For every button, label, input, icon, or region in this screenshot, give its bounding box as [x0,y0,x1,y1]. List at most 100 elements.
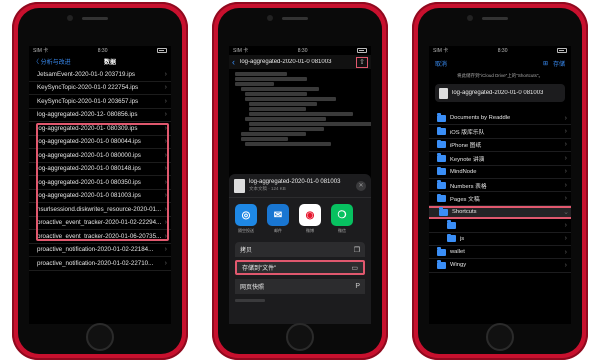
folder-row[interactable]: wallet › [429,246,571,260]
folder-icon [437,247,446,256]
chevron-right-icon: › [564,141,567,149]
folder-row[interactable]: Wingy › [429,259,571,273]
folder-label: wallet [450,249,465,256]
save-hint: 将此储存到"iCloud Drive"上的"Shortcuts"。 [457,73,543,78]
folder-label: Documents by Readdle [450,115,511,122]
folder-row[interactable]: Shortcuts ⌄ [429,205,571,220]
file-name: log-aggregated-2020-01-0 081003 [452,90,544,96]
folder-row[interactable]: Numbers 表格 › [429,179,571,193]
folder-label: Keynote 讲演 [450,156,485,163]
copy-action[interactable]: 拷贝 ❐ [235,242,365,257]
chevron-right-icon: › [564,261,567,269]
chevron-right-icon: › [164,111,167,119]
list-item-label: JetsamEvent-2020-01-0 203719.ips [37,70,136,78]
file-title: log-aggregated-2020-01-0 081003 [240,59,332,65]
chevron-right-icon: › [164,70,167,78]
list-item[interactable]: JetsamEvent-2020-01-0 203719.ips › [29,68,171,82]
folder-label: Shortcuts [452,209,477,216]
folder-icon [437,126,446,136]
time-label: 8:30 [497,47,508,54]
nav-bar: 取消 ⊞ 存储 [429,55,571,71]
list-item-label: proactive_notification-2020-01-02-22184.… [37,246,154,254]
share-app-weibo[interactable]: ◉ 微博 [299,204,321,234]
carrier-label: SIM 卡 [33,48,49,54]
folder-list: Documents by Readdle › iOS 版库乐队 › iPhone 图纸 ›… [429,112,571,273]
chevron-right-icon: › [564,235,567,243]
save-to-files-action[interactable]: 存储到"文件" ▭ [235,260,365,275]
pinterest-icon: P [355,283,360,290]
share-app-label: 微博 [306,228,314,233]
share-app-label: 隔空投送 [238,228,254,233]
folder-row[interactable]: iPhone 图纸 › [429,139,571,153]
folder-label: js [460,235,465,242]
new-folder-icon[interactable]: ⊞ [543,60,548,67]
list-item[interactable]: log-aggregated-2020-12- 080856.ips › [29,109,171,122]
status-bar: SIM 卡 8:30 [29,46,171,55]
cancel-button[interactable]: 取消 [435,59,447,68]
folder-row[interactable]: MindNode › [429,166,571,179]
folder-row[interactable]: Keynote 讲演 › [429,152,571,166]
folder-row[interactable]: iOS 版库乐队 › [429,125,571,139]
folder-row[interactable]: js › [429,233,571,246]
folder-icon [437,153,446,162]
save-button[interactable]: 存储 [553,59,565,68]
home-button[interactable] [86,323,114,351]
share-apps-row: ◎ 隔空投送 ✉ 邮件 ◉ 微博 ❍ 微信 [229,198,371,238]
folder-row[interactable]: Pages 文稿 › [429,192,571,206]
folder-row[interactable]: › [429,219,571,233]
share-file-meta: 文本文稿 · 124 KB [249,186,286,191]
back-button[interactable]: 〈 分析与改进 [33,57,83,66]
phone-2: SIM 卡 8:30 ‹ log-aggregated-2020-01-0 08… [212,2,388,360]
chevron-right-icon: › [164,246,167,254]
share-app-wechat[interactable]: ❍ 微信 [331,204,353,234]
chevron-right-icon: › [564,181,567,189]
highlight-box [36,123,169,241]
copy-icon: ❐ [353,246,360,254]
status-bar: SIM 卡 8:30 [229,46,371,55]
screen-share-sheet: SIM 卡 8:30 ‹ log-aggregated-2020-01-0 08… [229,46,371,324]
mail-icon: ✉ [267,204,289,226]
chevron-right-icon: › [564,114,567,122]
speaker [82,17,108,20]
home-button[interactable] [486,323,514,351]
front-camera [267,15,273,21]
share-app-airdrop[interactable]: ◎ 隔空投送 [235,204,257,234]
folder-label: Pages 文稿 [450,197,480,204]
chevron-down-icon: ⌄ [563,209,569,217]
share-app-mail[interactable]: ✉ 邮件 [267,204,289,234]
web-snapshot-label: 网页快照 [240,285,265,291]
folder-icon [437,139,446,149]
share-sheet: log-aggregated-2020-01-0 081003 文本文稿 · 1… [229,174,371,324]
battery-icon [156,48,167,53]
folder-label: iOS 版库乐队 [450,130,485,137]
nav-bar: 〈 分析与改进 数据 [29,55,171,67]
chevron-right-icon: › [164,259,167,267]
folder-label: iPhone 图纸 [450,143,482,150]
folder-label: Numbers 表格 [450,183,487,190]
chevron-right-icon: › [164,97,167,105]
share-sheet-header: log-aggregated-2020-01-0 081003 文本文稿 · 1… [229,174,371,198]
list-item[interactable]: KeySyncTopic-2020-01-0 203657.ips › [29,95,171,109]
list-item[interactable]: proactive_notification-2020-01-02-22184.… [29,244,171,257]
close-icon[interactable]: ✕ [356,180,366,191]
folder-icon: ▭ [351,264,358,272]
screen-analytics-data: SIM 卡 8:30 〈 分析与改进 数据 JetsamEvent-2020-0… [29,46,171,324]
more-actions [235,297,365,305]
front-camera [67,15,73,21]
home-button[interactable] [286,323,314,351]
list-item[interactable]: KeySyncTopic-2020-01-0 222754.ips › [29,82,171,95]
xml-preview [229,69,371,165]
chevron-right-icon: › [564,168,567,176]
share-icon[interactable]: ⇧ [356,56,368,68]
speaker [282,17,308,20]
back-chevron-icon[interactable]: ‹ [232,57,240,67]
carrier-label: SIM 卡 [433,48,449,54]
folder-icon [437,260,446,269]
chevron-right-icon: › [564,221,567,229]
web-snapshot-action[interactable]: 网页快照 P [235,279,365,294]
chevron-right-icon: › [564,128,567,136]
folder-row[interactable]: Documents by Readdle › [429,112,571,126]
weibo-icon: ◉ [299,204,321,226]
phone-1: SIM 卡 8:30 〈 分析与改进 数据 JetsamEvent-2020-0… [12,2,188,360]
list-item[interactable]: proactive_notification-2020-01-02-22710.… [29,257,171,271]
